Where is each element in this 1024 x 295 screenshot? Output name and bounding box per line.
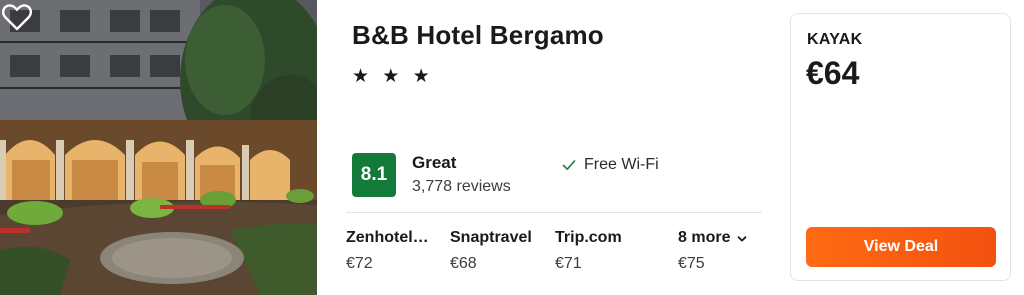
amenity-free-wifi: Free Wi-Fi	[562, 156, 659, 174]
provider-name: Trip.com	[555, 229, 622, 246]
heart-icon[interactable]	[0, 0, 34, 34]
provider-tripcom[interactable]: Trip.com €71	[555, 229, 655, 273]
provider-price: €68	[450, 255, 477, 272]
provider-price: €71	[555, 255, 582, 272]
provider-price: €72	[346, 255, 373, 272]
more-providers-button[interactable]: 8 more €75	[678, 229, 762, 273]
provider-name: Zenhotel…	[346, 229, 429, 246]
more-providers-label: 8 more	[678, 229, 731, 246]
review-score-label: Great	[412, 153, 457, 172]
hotel-photo-illustration	[0, 0, 317, 295]
review-score-badge: 8.1	[352, 153, 396, 197]
deal-price: €64	[806, 55, 860, 91]
hotel-photo[interactable]	[0, 0, 317, 295]
best-deal-panel[interactable]: KAYAK €64 View Deal	[790, 13, 1011, 281]
view-deal-button[interactable]: View Deal	[806, 227, 996, 267]
divider	[346, 212, 762, 213]
hotel-result-card: B&B Hotel Bergamo ★ ★ ★ 8.1 Great 3,778 …	[0, 0, 1024, 295]
hotel-name[interactable]: B&B Hotel Bergamo	[352, 20, 604, 51]
provider-zenhotels[interactable]: Zenhotel… €72	[346, 229, 440, 273]
provider-price: €75	[678, 255, 705, 272]
provider-snaptravel[interactable]: Snaptravel €68	[450, 229, 546, 273]
review-count[interactable]: 3,778 reviews	[412, 178, 511, 196]
chevron-down-icon	[738, 236, 747, 242]
hotel-star-rating: ★ ★ ★	[352, 66, 434, 87]
more-providers-label-row: 8 more	[678, 229, 762, 247]
amenity-label: Free Wi-Fi	[584, 156, 659, 173]
provider-name: Snaptravel	[450, 229, 532, 246]
deal-source: KAYAK	[807, 31, 863, 48]
check-icon	[562, 160, 576, 171]
